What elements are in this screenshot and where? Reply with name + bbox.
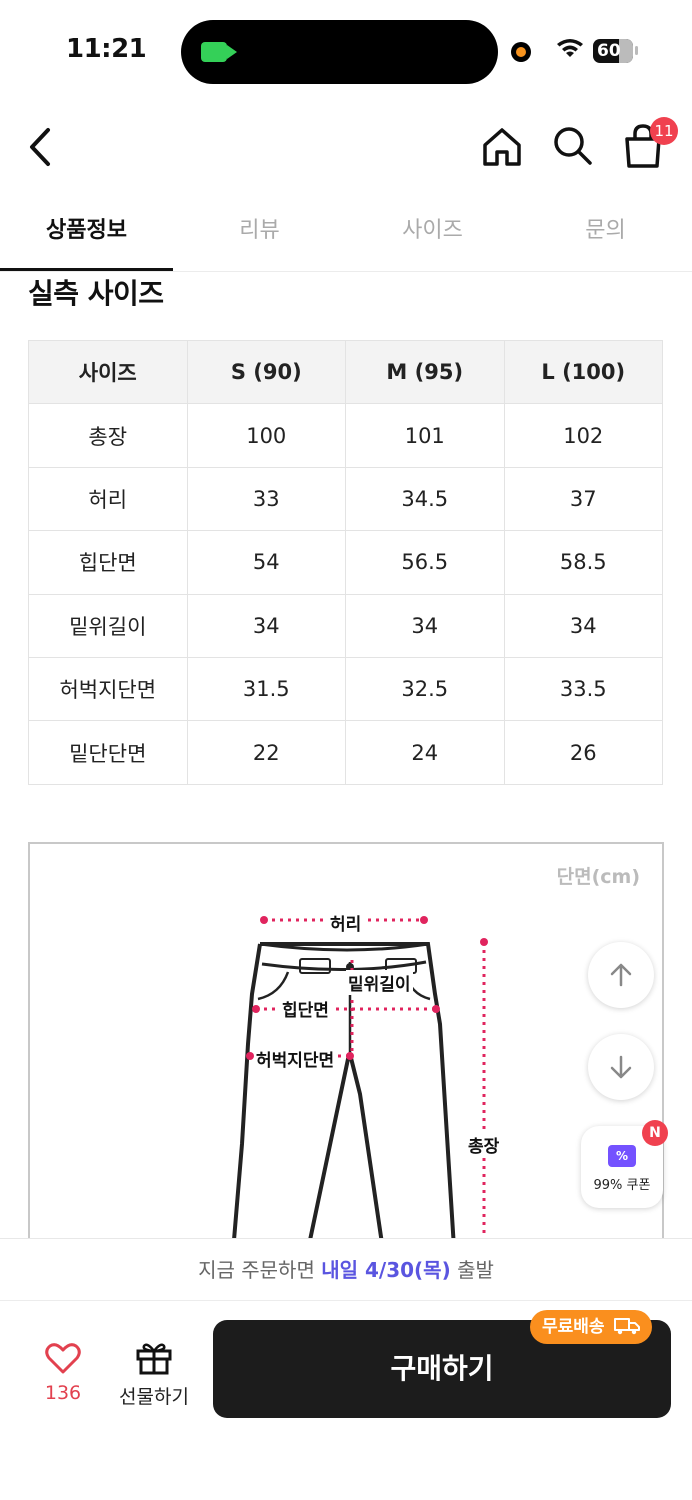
chevron-left-icon bbox=[30, 128, 50, 166]
battery-level: 60 bbox=[597, 41, 621, 61]
tab-product-info[interactable]: 상품정보 bbox=[0, 195, 173, 272]
arrow-down-icon bbox=[610, 1055, 632, 1079]
battery-icon: 60 bbox=[593, 39, 633, 63]
scroll-down-button[interactable] bbox=[588, 1034, 654, 1100]
recording-indicator-icon bbox=[511, 42, 531, 62]
thigh-label: 허벅지단면 bbox=[254, 1046, 337, 1071]
table-cell: 24 bbox=[345, 720, 505, 785]
tab-bar: 상품정보 리뷰 사이즈 문의 bbox=[0, 195, 692, 272]
back-button[interactable] bbox=[22, 122, 62, 172]
pants-diagram-illustration bbox=[230, 916, 488, 1262]
table-cell: 힙단면 bbox=[28, 530, 188, 595]
table-cell: 밑단단면 bbox=[28, 720, 188, 785]
table-row: 힙단면 54 56.5 58.5 bbox=[28, 530, 663, 595]
table-row: 총장 100 101 102 bbox=[28, 403, 663, 468]
tab-reviews[interactable]: 리뷰 bbox=[173, 195, 346, 272]
gift-label: 선물하기 bbox=[119, 1386, 189, 1408]
search-icon bbox=[554, 127, 592, 165]
facetime-icon bbox=[201, 42, 237, 62]
gift-button[interactable]: 선물하기 bbox=[112, 1338, 196, 1408]
top-header bbox=[0, 100, 692, 195]
table-cell: 37 bbox=[503, 466, 663, 532]
free-shipping-label: 무료배송 bbox=[542, 1317, 605, 1337]
table-header-cell: M (95) bbox=[345, 339, 505, 405]
rise-label: 밑위길이 bbox=[346, 970, 413, 995]
table-cell: 33 bbox=[186, 466, 346, 532]
free-shipping-badge: 무료배송 bbox=[530, 1310, 653, 1344]
truck-icon bbox=[614, 1318, 641, 1335]
table-cell: 허벅지단면 bbox=[28, 656, 188, 722]
table-row: 밑위길이 34 34 34 bbox=[28, 593, 663, 658]
wifi-icon bbox=[557, 39, 583, 57]
length-label: 총장 bbox=[466, 1132, 502, 1157]
size-table: 사이즈 S (90) M (95) L (100) 총장 100 101 102… bbox=[28, 339, 663, 785]
home-icon bbox=[483, 128, 521, 166]
table-cell: 101 bbox=[345, 403, 505, 468]
table-cell: 100 bbox=[186, 403, 346, 468]
table-row: 허리 33 34.5 37 bbox=[28, 466, 663, 532]
table-header-cell: L (100) bbox=[503, 339, 663, 405]
table-cell: 34 bbox=[186, 593, 346, 658]
like-count: 136 bbox=[44, 1382, 82, 1404]
tab-size[interactable]: 사이즈 bbox=[346, 195, 519, 272]
table-row: 허벅지단면 31.5 32.5 33.5 bbox=[28, 656, 663, 722]
table-header-cell: 사이즈 bbox=[28, 339, 188, 405]
size-diagram: 단면(cm) 허리 밑위길이 힙단면 허벅지단면 총장 bbox=[28, 842, 664, 1262]
table-cell: 34.5 bbox=[345, 466, 505, 532]
table-cell: 32.5 bbox=[345, 656, 505, 722]
table-header-row: 사이즈 S (90) M (95) L (100) bbox=[28, 339, 663, 405]
coupon-icon: % bbox=[608, 1145, 636, 1167]
section-title: 실측 사이즈 bbox=[28, 277, 164, 310]
scroll-up-button[interactable] bbox=[588, 942, 654, 1008]
search-button[interactable] bbox=[549, 122, 595, 168]
home-button[interactable] bbox=[479, 124, 525, 170]
tab-inquiry[interactable]: 문의 bbox=[519, 195, 692, 272]
table-cell: 총장 bbox=[28, 403, 188, 468]
like-button[interactable]: 136 bbox=[28, 1338, 98, 1408]
table-cell: 33.5 bbox=[503, 656, 663, 722]
active-tab-indicator bbox=[0, 268, 173, 271]
shipping-date: 내일 4/30(목) bbox=[321, 1258, 451, 1282]
battery-tip bbox=[635, 46, 638, 55]
shipping-message: 지금 주문하면 내일 4/30(목) 출발 bbox=[0, 1239, 692, 1301]
table-cell: 허리 bbox=[28, 466, 188, 532]
heart-icon bbox=[45, 1343, 81, 1374]
waist-label: 허리 bbox=[328, 910, 364, 935]
table-header-cell: S (90) bbox=[186, 339, 346, 405]
shipping-suffix: 출발 bbox=[450, 1258, 494, 1282]
coupon-label: 99% 쿠폰 bbox=[593, 1178, 651, 1193]
table-cell: 22 bbox=[186, 720, 346, 785]
table-row: 밑단단면 22 24 26 bbox=[28, 720, 663, 785]
status-bar: 11:21 60 bbox=[0, 0, 692, 100]
cart-count-badge: 11 bbox=[650, 117, 678, 145]
table-cell: 58.5 bbox=[503, 530, 663, 595]
status-time: 11:21 bbox=[66, 34, 147, 64]
new-badge: N bbox=[642, 1120, 668, 1146]
table-cell: 34 bbox=[345, 593, 505, 658]
table-cell: 34 bbox=[503, 593, 663, 658]
table-cell: 102 bbox=[503, 403, 663, 468]
arrow-up-icon bbox=[610, 963, 632, 987]
table-cell: 31.5 bbox=[186, 656, 346, 722]
gift-icon bbox=[136, 1343, 172, 1375]
shipping-prefix: 지금 주문하면 bbox=[198, 1258, 322, 1282]
table-cell: 54 bbox=[186, 530, 346, 595]
hip-label: 힙단면 bbox=[280, 996, 331, 1021]
table-cell: 26 bbox=[503, 720, 663, 785]
table-cell: 56.5 bbox=[345, 530, 505, 595]
table-cell: 밑위길이 bbox=[28, 593, 188, 658]
dynamic-island bbox=[181, 20, 498, 84]
